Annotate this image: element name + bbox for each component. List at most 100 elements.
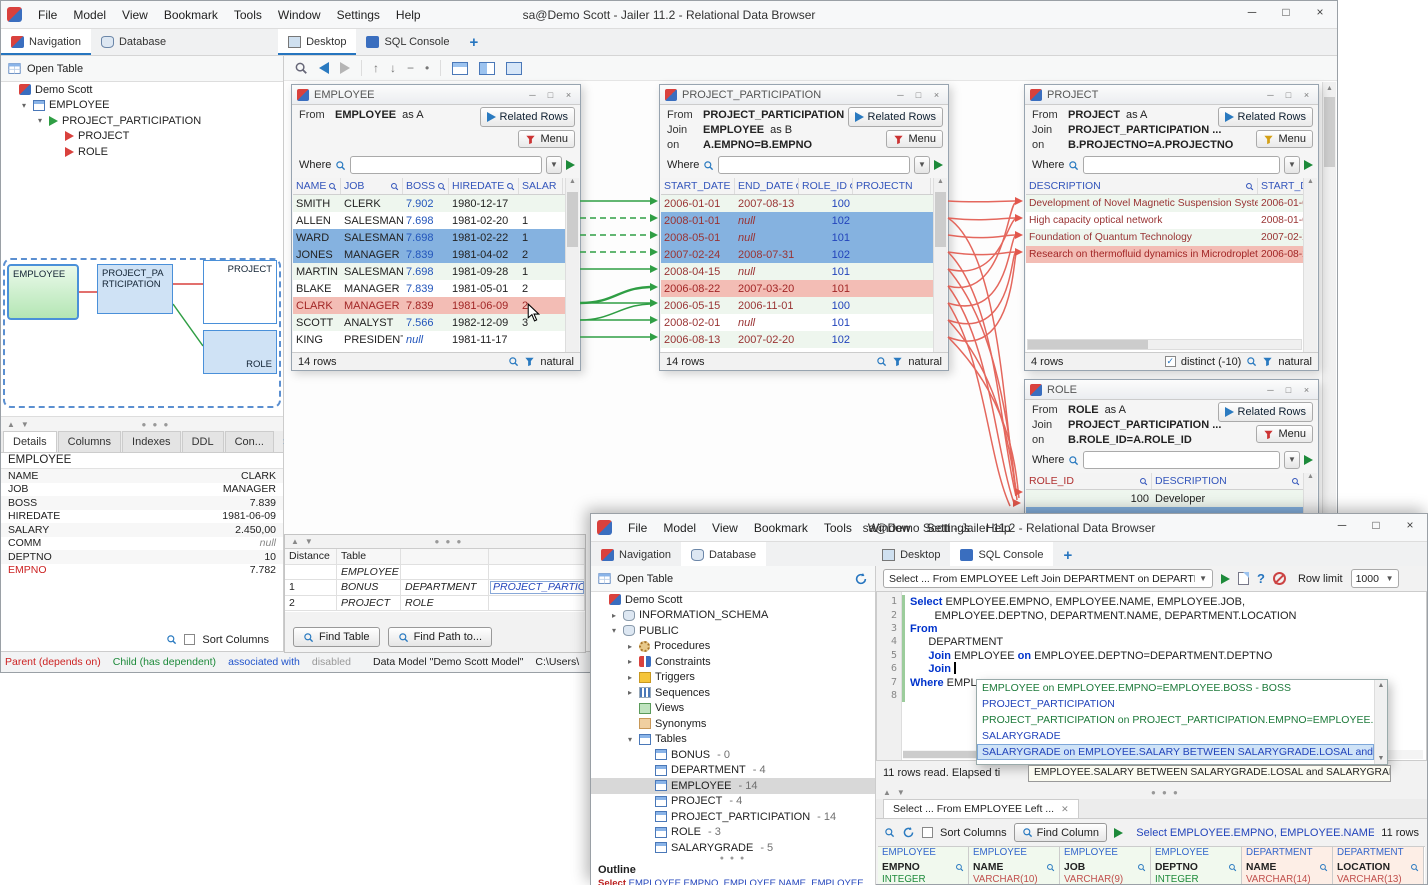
tree-item[interactable]: Demo Scott — [591, 592, 875, 608]
tab-sql-console[interactable]: SQL Console — [356, 29, 459, 55]
menu-item[interactable]: Bookmark — [746, 518, 816, 538]
related-rows-button[interactable]: Related Rows — [1218, 107, 1313, 127]
tree-item[interactable]: ▾ PROJECT_PARTICIPATION — [1, 113, 283, 129]
splitter-bar[interactable]: ▲▼● ● ● — [1, 416, 283, 431]
where-dropdown-button[interactable]: ▼ — [546, 156, 562, 174]
tab-desktop[interactable]: Desktop — [278, 29, 356, 55]
sort-columns-checkbox[interactable] — [184, 634, 195, 645]
close-tab-icon[interactable]: ✕ — [1061, 804, 1069, 815]
cancel-button[interactable] — [1273, 572, 1286, 585]
natural-order-label[interactable]: natural — [908, 356, 942, 368]
sql-editor-line[interactable]: 4 DEPARTMENT — [877, 635, 1426, 648]
maximize-button[interactable]: □ — [544, 90, 557, 100]
main-titlebar[interactable]: FileModelViewBookmarkToolsWindowSettings… — [1, 1, 1337, 29]
diagram-box-project[interactable]: PROJECT — [203, 260, 277, 324]
refresh-icon[interactable] — [854, 572, 868, 586]
open-table-button[interactable]: Open Table — [1, 56, 283, 82]
tree-item[interactable]: PROJECT — [1, 129, 283, 145]
sql-editor-line[interactable]: 2 EMPLOYEE.DEPTNO, DEPARTMENT.NAME, DEPA… — [877, 608, 1426, 621]
tree-item[interactable]: PROJECT_PARTICIPATION - 14 — [591, 809, 875, 825]
tree-item[interactable]: Demo Scott — [1, 82, 283, 98]
scroll-up-icon[interactable]: ▲ — [1323, 82, 1336, 95]
maximize-button[interactable]: □ — [1367, 518, 1385, 532]
where-condition-input[interactable] — [1083, 451, 1280, 469]
tab-sql-console[interactable]: SQL Console — [950, 542, 1053, 568]
closure-row[interactable]: EMPLOYEE — [285, 565, 585, 581]
menu-item[interactable]: Tools — [816, 518, 860, 538]
close-button[interactable]: × — [1401, 518, 1419, 532]
autocomplete-item[interactable]: PROJECT_PARTICIPATION — [977, 696, 1374, 712]
window-titlebar[interactable]: EMPLOYEE ─□× — [292, 85, 580, 105]
where-dropdown-button[interactable]: ▼ — [1284, 451, 1300, 469]
column-header[interactable]: PROJECTN — [853, 178, 931, 194]
tab-navigation[interactable]: Navigation — [591, 542, 681, 568]
natural-order-label[interactable]: natural — [540, 356, 574, 368]
layout-tiled-icon[interactable] — [479, 62, 495, 75]
new-tab-button[interactable]: + — [459, 29, 488, 55]
apply-filter-button[interactable] — [566, 160, 575, 170]
menu-item[interactable]: View — [114, 5, 156, 25]
close-button[interactable]: × — [1300, 385, 1313, 395]
related-rows-button[interactable]: Related Rows — [1218, 402, 1313, 422]
where-dropdown-button[interactable]: ▼ — [914, 156, 930, 174]
expander-icon[interactable]: ▸ — [625, 657, 635, 666]
search-icon[interactable] — [884, 827, 895, 838]
tree-item[interactable]: ▸ Procedures — [591, 639, 875, 655]
result-column[interactable]: EMPLOYEE EMPNO INTEGER — [878, 847, 969, 884]
search-icon[interactable] — [1319, 863, 1328, 872]
column-header[interactable]: START_DATE — [661, 178, 735, 194]
apply-filter-button[interactable] — [1304, 160, 1313, 170]
table-row[interactable]: 2008-02-01 null 101 — [661, 314, 933, 331]
result-tab[interactable]: Select ... From EMPLOYEE Left ... ✕ — [883, 799, 1079, 818]
column-header[interactable]: DESCRIPTION — [1026, 178, 1258, 194]
tab-database[interactable]: Database — [91, 29, 176, 55]
autocomplete-item[interactable]: EMPLOYEE on EMPLOYEE.EMPNO=EMPLOYEE.BOSS… — [977, 680, 1374, 696]
menu-item[interactable]: Settings — [329, 5, 388, 25]
find-table-button[interactable]: Find Table — [293, 627, 380, 647]
table-row[interactable]: ALLEN SALESMAN 7.698 1981-02-20 1 — [293, 212, 565, 229]
sql-editor-line[interactable]: 6 Join — [877, 662, 1426, 675]
filter-icon[interactable] — [524, 356, 535, 367]
menu-item[interactable]: File — [620, 518, 655, 538]
outline-content[interactable]: Select EMPLOYEE.EMPNO, EMPLOYEE.NAME, EM… — [598, 878, 873, 885]
tab-details[interactable]: Details — [3, 431, 57, 452]
menu-button[interactable]: Menu — [886, 130, 943, 148]
menu-item[interactable]: Window — [860, 518, 919, 538]
filter-icon[interactable] — [1262, 356, 1273, 367]
search-icon[interactable] — [1246, 356, 1257, 367]
tree-item[interactable]: ▾ PUBLIC — [591, 623, 875, 639]
maximize-button[interactable]: □ — [1277, 5, 1295, 19]
horizontal-scrollbar[interactable] — [1027, 339, 1302, 350]
where-condition-input[interactable] — [350, 156, 542, 174]
table-row[interactable]: CLARK MANAGER 7.839 1981-06-09 2 — [293, 297, 565, 314]
column-header[interactable]: START_DAT — [1258, 178, 1304, 194]
run-script-icon[interactable] — [1238, 572, 1249, 585]
diagram-box-role[interactable]: ROLE — [203, 330, 277, 374]
search-icon[interactable] — [1410, 863, 1419, 872]
result-column[interactable]: DEPARTMENT LOCATION VARCHAR(13) — [1333, 847, 1424, 884]
window-titlebar[interactable]: PROJECT ─□× — [1025, 85, 1318, 105]
column-header[interactable]: NAME — [293, 178, 341, 194]
find-path-button[interactable]: Find Path to... — [388, 627, 492, 647]
rerun-button[interactable] — [1114, 828, 1123, 838]
tree-item[interactable]: ▸ Constraints — [591, 654, 875, 670]
sql-titlebar[interactable]: FileModelViewBookmarkToolsWindowSettings… — [591, 514, 1427, 542]
tab-database[interactable]: Database — [681, 542, 766, 568]
tree-item[interactable]: BONUS - 0 — [591, 747, 875, 763]
table-row[interactable]: Research on thermofluid dynamics in Micr… — [1026, 246, 1303, 263]
popup-scrollbar[interactable]: ▲▼ — [1374, 680, 1387, 764]
tree-item[interactable]: Synonyms — [591, 716, 875, 732]
column-header[interactable]: ROLE_ID — [1026, 473, 1152, 489]
tree-item[interactable]: ▾ Tables — [591, 732, 875, 748]
minimize-button[interactable]: ─ — [1333, 518, 1351, 532]
sort-columns-checkbox[interactable] — [922, 827, 933, 838]
scrollbar[interactable]: ▲ — [933, 178, 947, 352]
table-row[interactable]: BLAKE MANAGER 7.839 1981-05-01 2 — [293, 280, 565, 297]
expander-icon[interactable]: ▾ — [625, 735, 635, 744]
autocomplete-item[interactable]: PROJECT_PARTICIPATION on PROJECT_PARTICI… — [977, 712, 1374, 728]
splitter-bar[interactable]: ● ● ● — [591, 855, 875, 864]
menu-item[interactable]: File — [30, 5, 65, 25]
result-column[interactable]: EMPLOYEE NAME VARCHAR(10) — [969, 847, 1060, 884]
menu-button[interactable]: Menu — [1256, 130, 1313, 148]
expander-icon[interactable]: ▾ — [19, 101, 29, 110]
